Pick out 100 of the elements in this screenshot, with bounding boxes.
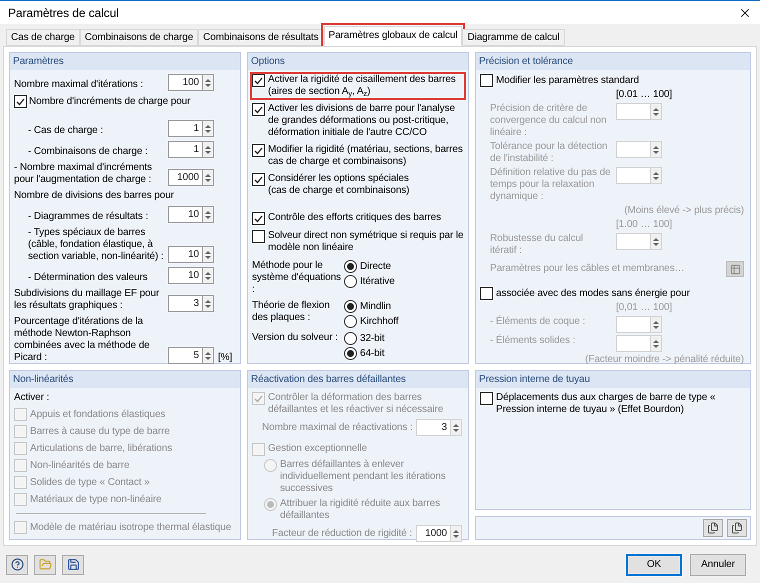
number-field[interactable]: 10 (168, 206, 202, 223)
number-field[interactable] (616, 167, 650, 184)
panel-header: Non-linéarités (10, 371, 240, 388)
spin-arrows[interactable] (202, 169, 214, 186)
number-field[interactable]: 100 (168, 74, 202, 91)
documents-icon (707, 522, 719, 534)
spin-arrows[interactable] (202, 267, 214, 284)
help-icon (10, 558, 24, 571)
tab[interactable]: Combinaisons de résultats (198, 29, 324, 46)
field-label: - Éléments solides : (490, 335, 576, 347)
spin-arrows[interactable] (650, 233, 662, 250)
panel-header: Précision et tolérance (476, 53, 750, 70)
folder-icon (38, 558, 52, 571)
dialog-button[interactable]: Annuler (690, 554, 746, 576)
save-button[interactable] (62, 554, 84, 574)
number-field[interactable] (616, 335, 650, 352)
spin-arrows[interactable] (450, 419, 462, 436)
range-label: [0,01 … 100] (616, 302, 672, 313)
checkbox-label: Articulations de barre, libérations (30, 442, 172, 454)
copy-button[interactable] (727, 519, 747, 537)
checkbox[interactable] (252, 144, 265, 157)
radio-label: Attribuer la rigidité réduite aux barres défaillantes (280, 498, 441, 522)
checkbox-label: Non-linéarités de barre (30, 460, 130, 472)
hint-text: (Facteur moindre -> pénalité réduite) (585, 354, 744, 366)
panel-header: Options (248, 53, 468, 70)
spin-arrows[interactable] (650, 335, 662, 352)
number-field[interactable]: 10 (168, 246, 202, 263)
field-label: - Éléments de coque : (490, 316, 586, 328)
copy-button[interactable] (703, 519, 723, 537)
number-field[interactable] (616, 316, 650, 333)
tab[interactable]: Combinaisons de charge (80, 29, 198, 46)
checkbox-label: Considérer les options spéciales (cas de charge et combinaisons) (268, 173, 410, 197)
checkbox-label: Barres à cause du type de barre (30, 426, 170, 438)
field-label: - Détermination des valeurs (27, 272, 149, 284)
radio-button[interactable] (344, 315, 357, 328)
section-label: Activer : (14, 392, 50, 404)
field-label: Nombre maximal d'itérations : (14, 79, 144, 91)
field-label: Précision de critère de convergence du calcul non linéaire : (490, 103, 608, 139)
radio-button[interactable] (344, 300, 357, 313)
checkbox[interactable] (480, 74, 493, 87)
number-field[interactable]: 1 (168, 120, 202, 137)
spin-arrows[interactable] (202, 246, 214, 263)
spin-arrows[interactable] (450, 525, 462, 542)
checkbox[interactable] (480, 392, 493, 405)
documents-icon (731, 522, 743, 534)
checkbox[interactable] (252, 230, 265, 243)
number-field[interactable]: 3 (168, 295, 202, 312)
checkbox-label: Nombre d'incréments de charge pour (29, 96, 190, 108)
spin-arrows[interactable] (650, 103, 662, 120)
range-label: [1.00 … 100] (616, 219, 672, 230)
checkbox[interactable] (14, 95, 27, 108)
number-field[interactable]: 10 (168, 267, 202, 284)
tab[interactable]: Cas de charge (6, 29, 80, 46)
spin-arrows[interactable] (202, 206, 214, 223)
spin-arrows[interactable] (650, 316, 662, 333)
checkbox[interactable] (252, 173, 265, 186)
dialog-button[interactable]: OK (626, 554, 682, 576)
window-title: Paramètres de calcul (8, 6, 119, 18)
radio-button[interactable] (344, 347, 357, 360)
spin-arrows[interactable] (202, 74, 214, 91)
number-field[interactable] (616, 103, 650, 120)
table-icon (730, 264, 740, 274)
spin-arrows[interactable] (650, 167, 662, 184)
field-label: Tolérance pour la détection de l'instabilité : (490, 141, 608, 165)
radio-button[interactable] (344, 275, 357, 288)
number-field[interactable]: 1000 (168, 169, 202, 186)
checkbox-label: Appuis et fondations élastiques (30, 408, 166, 420)
spin-arrows[interactable] (202, 141, 214, 158)
checkbox-label: Activer les divisions de barre pour l'analyse de grandes déformations ou post-critique, déformation initiale de l'autre CC/CO (268, 103, 456, 139)
tab[interactable]: Diagramme de calcul (462, 29, 564, 46)
number-field[interactable] (616, 233, 650, 250)
field-label: Nombre maximal de réactivations : (262, 422, 414, 434)
field-label: - Cas de charge : (27, 125, 104, 137)
radio-label: 64-bit (360, 348, 384, 360)
save-icon (66, 558, 80, 571)
radio-label: Barres défaillantes à enlever individuellement pendant les itérations successives (280, 459, 447, 495)
checkbox[interactable] (252, 212, 265, 225)
checkbox[interactable] (252, 103, 265, 116)
field-label: Version du solveur : (252, 332, 339, 345)
radio-button[interactable] (344, 260, 357, 273)
field-label: Robustesse du calcul itératif : (490, 233, 584, 257)
checkbox-label: Gestion exceptionnelle (268, 443, 367, 455)
spin-arrows[interactable] (202, 295, 214, 312)
radio-button[interactable] (344, 332, 357, 345)
number-field[interactable] (616, 141, 650, 158)
spin-arrows[interactable] (202, 120, 214, 137)
spin-arrows[interactable] (202, 347, 214, 364)
hint-text: (Moins élevé -> plus précis) (624, 205, 744, 217)
checkbox[interactable] (480, 287, 493, 300)
panel-header: Pression interne de tuyau (476, 371, 750, 388)
range-label: [0.01 … 100] (616, 89, 672, 100)
number-field[interactable]: 5 (168, 347, 202, 364)
checkbox-label: Contrôler la déformation des barres défaillantes et les réactiver si nécessaire (268, 392, 444, 416)
number-field[interactable]: 1 (168, 141, 202, 158)
checkbox[interactable] (252, 74, 265, 87)
checkbox-label: Modifier les paramètres standard (496, 74, 639, 86)
spin-arrows[interactable] (650, 141, 662, 158)
tab[interactable]: Paramètres globaux de calcul (324, 26, 462, 46)
help-button[interactable] (6, 554, 28, 574)
field-label: Théorie de flexion des plaques : (252, 300, 331, 325)
